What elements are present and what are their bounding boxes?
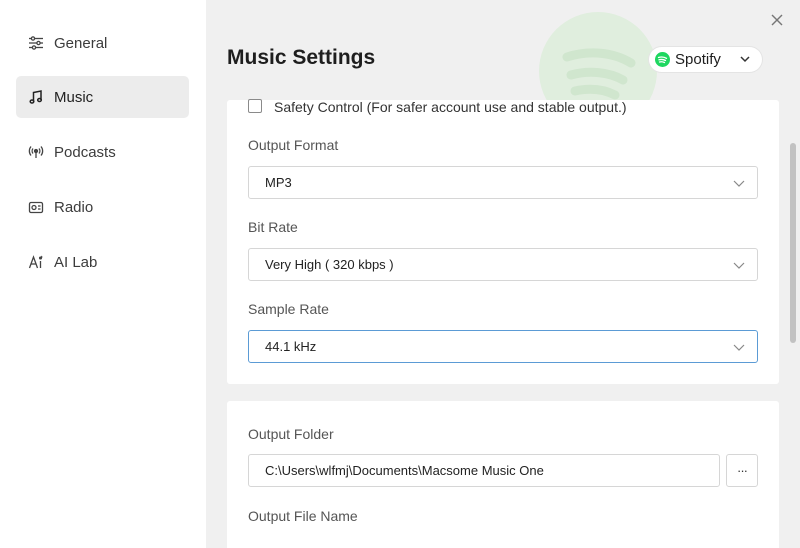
output-format-value: MP3 <box>265 175 292 190</box>
bit-rate-value: Very High ( 320 kbps ) <box>265 257 394 272</box>
sidebar-item-label: General <box>54 34 108 52</box>
sidebar-item-ai-lab[interactable]: AI Lab <box>16 241 189 283</box>
sidebar-item-podcasts[interactable]: Podcasts <box>16 131 189 173</box>
output-format-label: Output Format <box>248 137 339 153</box>
output-folder-input[interactable]: C:\Users\wlfmj\Documents\Macsome Music O… <box>248 454 720 487</box>
chevron-down-icon <box>733 262 745 269</box>
safety-control-label: Safety Control (For safer account use an… <box>274 99 627 115</box>
source-select[interactable]: Spotify <box>649 47 762 72</box>
source-select-value: Spotify <box>675 51 721 68</box>
output-file-name-label: Output File Name <box>248 508 358 524</box>
close-button[interactable] <box>767 10 787 30</box>
sample-rate-value: 44.1 kHz <box>265 339 317 354</box>
page-title: Music Settings <box>227 46 376 69</box>
chevron-down-icon <box>740 56 750 63</box>
chevron-down-icon <box>733 180 745 187</box>
bit-rate-dropdown[interactable]: Very High ( 320 kbps ) <box>248 248 758 281</box>
output-folder-label: Output Folder <box>248 426 334 442</box>
sidebar: General Music Podcasts Radio AI Lab <box>0 0 206 548</box>
sample-rate-dropdown[interactable]: 44.1 kHz <box>248 330 758 363</box>
spotify-logo-icon <box>655 52 670 67</box>
close-icon <box>771 14 783 26</box>
sidebar-item-label: Music <box>54 88 94 106</box>
audio-settings-card: Safety Control (For safer account use an… <box>227 99 779 384</box>
output-settings-card: Output Folder C:\Users\wlfmj\Documents\M… <box>227 401 779 548</box>
output-format-dropdown[interactable]: MP3 <box>248 166 758 199</box>
safety-control-row: Safety Control (For safer account use an… <box>248 99 627 115</box>
output-folder-value: C:\Users\wlfmj\Documents\Macsome Music O… <box>265 463 544 478</box>
music-note-icon <box>28 89 44 105</box>
sidebar-item-music[interactable]: Music <box>16 76 189 118</box>
ai-icon <box>28 254 44 270</box>
podcast-icon <box>28 144 44 160</box>
sidebar-item-radio[interactable]: Radio <box>16 186 189 228</box>
main-panel: Music Settings Spotify Safety Control (F… <box>206 0 800 548</box>
sidebar-item-label: Radio <box>54 198 94 216</box>
sidebar-item-label: Podcasts <box>54 143 116 161</box>
radio-icon <box>28 199 44 215</box>
scrollbar-thumb[interactable] <box>790 143 796 343</box>
safety-control-checkbox[interactable] <box>248 99 262 113</box>
browse-folder-button[interactable]: ··· <box>726 454 758 487</box>
sidebar-item-label: AI Lab <box>54 253 98 271</box>
bit-rate-label: Bit Rate <box>248 219 298 235</box>
chevron-down-icon <box>733 344 745 351</box>
sliders-icon <box>28 35 44 51</box>
sidebar-item-general[interactable]: General <box>16 22 189 64</box>
sample-rate-label: Sample Rate <box>248 301 329 317</box>
